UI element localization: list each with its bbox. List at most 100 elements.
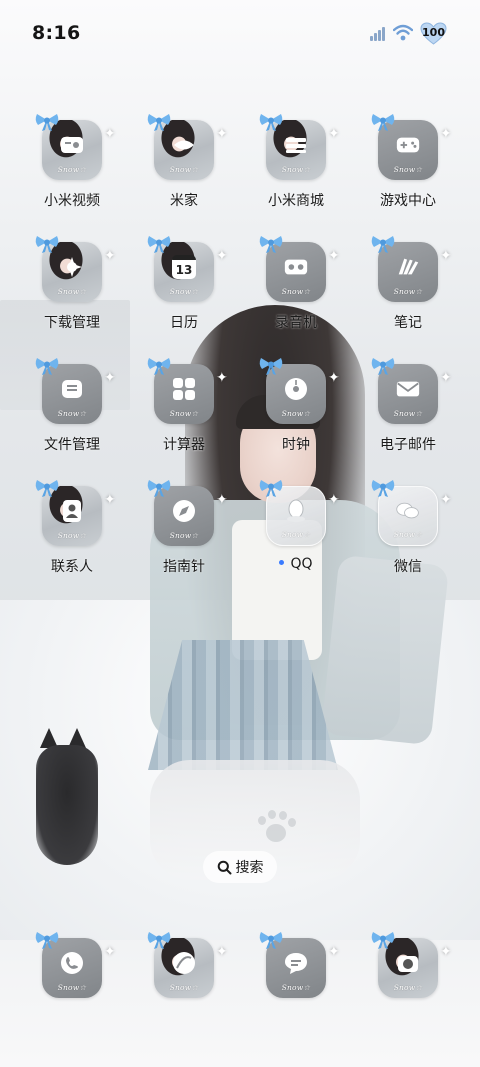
app-app-7[interactable]: ✦ Snow☆ 录音机 [241,234,351,344]
app-app-9[interactable]: ✦ Snow☆ 文件管理 [17,356,127,466]
app-label-text: 文件管理 [44,437,100,453]
calendar-date: 13 [172,255,196,280]
snow-tag: Snow☆ [169,409,199,418]
bow-icon [34,930,60,950]
app-label-text: 小米视频 [44,193,100,209]
app-app-11[interactable]: ✦ Snow☆ 时钟 [241,356,351,466]
app-app-1[interactable]: ✦ Snow☆ 小米视频 [17,112,127,222]
store-icon [283,132,309,158]
app-label-text: 下载管理 [44,315,100,331]
snow-tag: Snow☆ [281,983,311,992]
bow-icon [146,234,172,254]
app-label: 指南针 [124,556,244,576]
snow-tag: Snow☆ [281,530,311,539]
app-label: 电子邮件 [348,434,468,454]
app-label: 笔记 [348,312,468,332]
sparkle-icon: ✦ [328,248,340,264]
app-label: 时钟 [236,434,356,454]
sparkle-icon: ✦ [440,492,452,508]
snow-tag: Snow☆ [281,287,311,296]
bow-icon [258,478,284,498]
app-label-text: 录音机 [275,315,317,331]
app-label-text: 时钟 [282,437,310,453]
app-label-text: 电子邮件 [380,437,436,453]
black-cat [36,745,98,865]
app-label: QQ [236,556,356,572]
sparkle-icon: ✦ [104,370,116,386]
mijia-icon [171,132,197,158]
app-label: 米家 [124,190,244,210]
new-indicator-dot [279,560,285,565]
app-app-16[interactable]: ✦ Snow☆ 微信 [353,478,463,588]
dock-app-browser[interactable]: ✦ Snow☆ [129,930,239,1040]
app-label: 联系人 [12,556,132,576]
app-app-2[interactable]: ✦ Snow☆ 米家 [129,112,239,222]
app-app-13[interactable]: ✦ Snow☆ 联系人 [17,478,127,588]
snow-tag: Snow☆ [169,165,199,174]
app-app-4[interactable]: ✦ Snow☆ 游戏中心 [353,112,463,222]
app-app-10[interactable]: ✦ Snow☆ 计算器 [129,356,239,466]
app-app-3[interactable]: ✦ Snow☆ 小米商城 [241,112,351,222]
battery-icon: 100 [420,22,447,45]
camera-icon [395,950,421,976]
messages-icon [283,950,309,976]
snow-tag: Snow☆ [393,530,423,539]
app-label: 小米视频 [12,190,132,210]
app-app-15[interactable]: ✦ Snow☆ QQ [241,478,351,588]
snow-tag: Snow☆ [281,409,311,418]
sparkle-icon: ✦ [216,492,228,508]
snow-tag: Snow☆ [393,165,423,174]
app-app-6[interactable]: ✦ 13 Snow☆ 日历 [129,234,239,344]
bow-icon [370,478,396,498]
bow-icon [34,356,60,376]
app-app-5[interactable]: ✦ Snow☆ 下载管理 [17,234,127,344]
clock-icon [283,376,309,402]
app-label: 文件管理 [12,434,132,454]
wechat-icon [395,498,421,524]
search-button[interactable]: 搜索 [203,851,277,883]
bow-icon [258,930,284,950]
snow-tag: Snow☆ [57,531,87,540]
bow-icon [146,112,172,132]
app-app-8[interactable]: ✦ Snow☆ 笔记 [353,234,463,344]
bow-icon [370,356,396,376]
browser-icon [171,950,197,976]
app-label-text: 小米商城 [268,193,324,209]
snow-tag: Snow☆ [169,983,199,992]
app-label-text: 游戏中心 [380,193,436,209]
sparkle-icon: ✦ [440,370,452,386]
video-icon [59,132,85,158]
bow-icon [34,112,60,132]
app-label-text: 指南针 [163,559,205,575]
snow-tag: Snow☆ [57,287,87,296]
sparkle-icon: ✦ [216,248,228,264]
compass-icon [171,498,197,524]
search-label: 搜索 [235,860,264,876]
app-label: 日历 [124,312,244,332]
snow-tag: Snow☆ [393,409,423,418]
sparkle-icon: ✦ [104,944,116,960]
dock-app-camera[interactable]: ✦ Snow☆ [353,930,463,1040]
dock-app-phone[interactable]: ✦ Snow☆ [17,930,127,1040]
app-label-text: 联系人 [51,559,93,575]
bow-icon [258,112,284,132]
dock-app-messages[interactable]: ✦ Snow☆ [241,930,351,1040]
app-app-12[interactable]: ✦ Snow☆ 电子邮件 [353,356,463,466]
app-label: 微信 [348,556,468,576]
sparkle-icon: ✦ [328,370,340,386]
notes-icon [395,254,421,280]
search-icon [217,860,231,874]
sparkle-icon: ✦ [328,126,340,142]
sparkle-icon: ✦ [216,126,228,142]
sparkle-icon: ✦ [328,944,340,960]
battery-level: 100 [422,26,445,39]
app-label-text: 笔记 [394,315,422,331]
app-app-14[interactable]: ✦ Snow☆ 指南针 [129,478,239,588]
snow-tag: Snow☆ [281,165,311,174]
app-label: 小米商城 [236,190,356,210]
signal-icon [370,27,387,41]
bow-icon [258,234,284,254]
download-icon [59,254,85,280]
snow-tag: Snow☆ [393,983,423,992]
qq-icon [283,498,309,524]
